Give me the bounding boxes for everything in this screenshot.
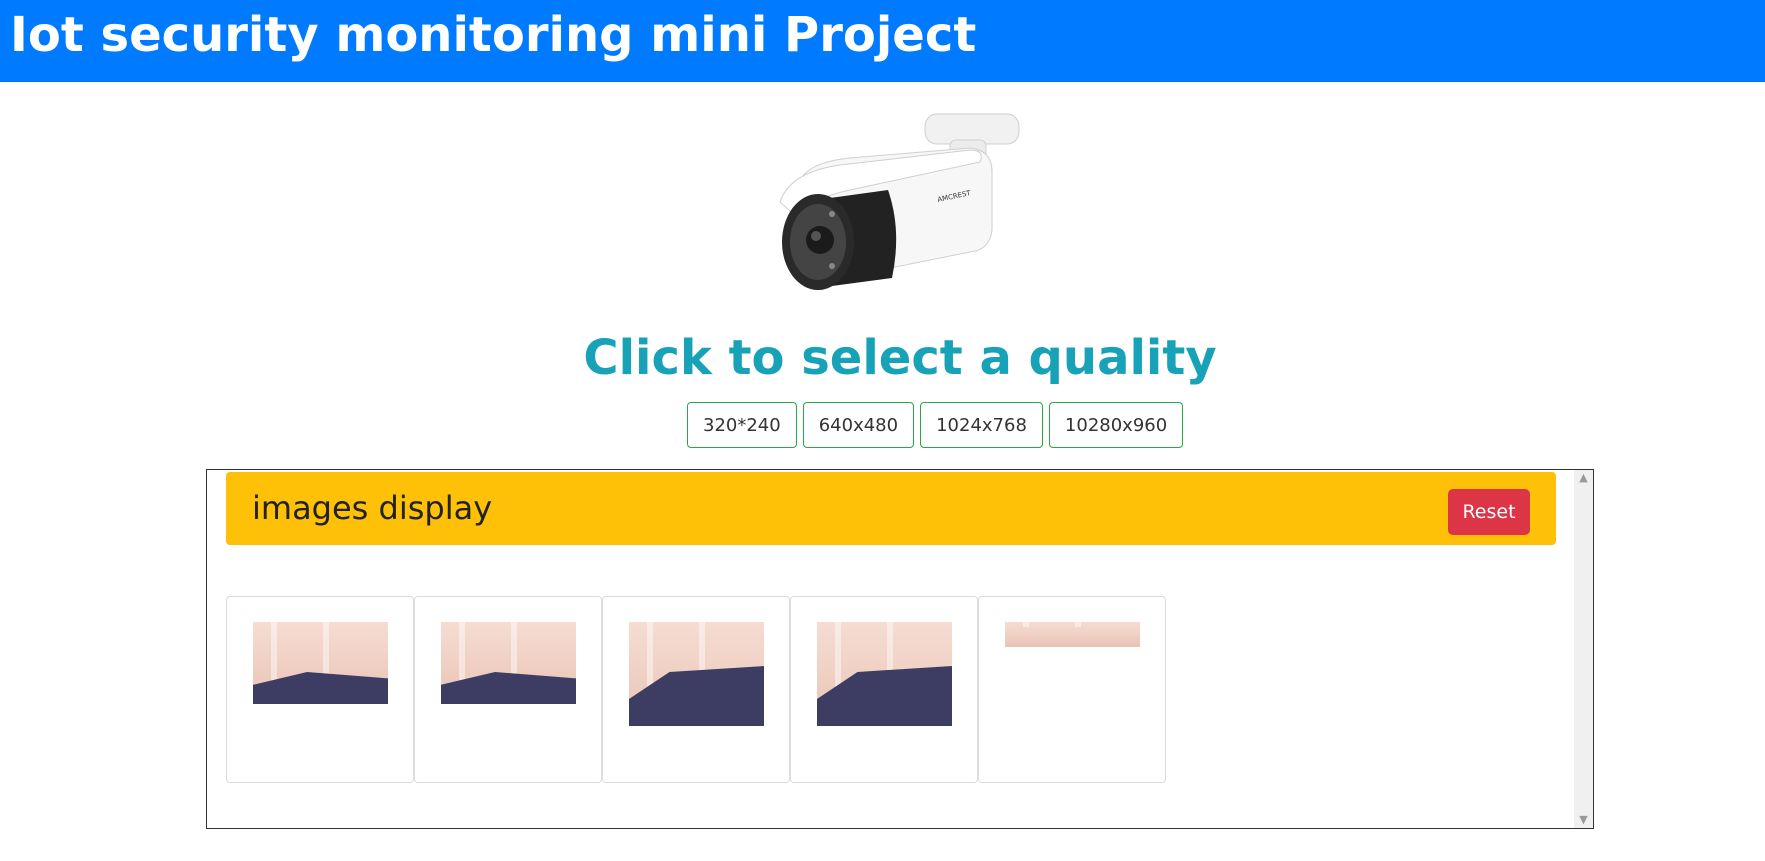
thumbnail-card[interactable] (414, 596, 602, 783)
quality-button-320x240[interactable]: 320*240 (687, 402, 797, 448)
quality-heading: Click to select a quality (583, 330, 1217, 386)
snapshot-thumbnail (1005, 622, 1140, 647)
thumbnail-card[interactable] (226, 596, 414, 783)
page-title: Iot security monitoring mini Project (10, 7, 977, 63)
scroll-down-arrow-icon[interactable]: ▼ (1574, 812, 1593, 828)
panel-title: images display (252, 489, 493, 527)
snapshot-thumbnail (817, 622, 952, 726)
quality-button-1024x768[interactable]: 1024x768 (920, 402, 1043, 448)
quality-button-10280x960[interactable]: 10280x960 (1048, 402, 1184, 448)
thumbnail-list (226, 596, 1166, 783)
quality-options: 320*240 640x480 1024x768 10280x960 (687, 402, 1184, 448)
thumbnail-card[interactable] (978, 596, 1166, 783)
reset-button[interactable]: Reset (1448, 489, 1530, 535)
snapshot-thumbnail (629, 622, 764, 726)
quality-button-640x480[interactable]: 640x480 (802, 402, 915, 448)
snapshot-thumbnail (441, 622, 576, 704)
panel-header: images display Reset (226, 472, 1556, 545)
top-header-bar: Iot security monitoring mini Project (0, 0, 1765, 82)
images-display-panel: images display Reset ▲ ▼ (206, 469, 1594, 829)
snapshot-thumbnail (253, 622, 388, 704)
scroll-up-arrow-icon[interactable]: ▲ (1574, 470, 1593, 486)
panel-scrollbar[interactable]: ▲ ▼ (1574, 470, 1593, 828)
security-camera-icon: AMCREST (779, 113, 1020, 290)
thumbnail-card[interactable] (602, 596, 790, 783)
thumbnail-card[interactable] (790, 596, 978, 783)
